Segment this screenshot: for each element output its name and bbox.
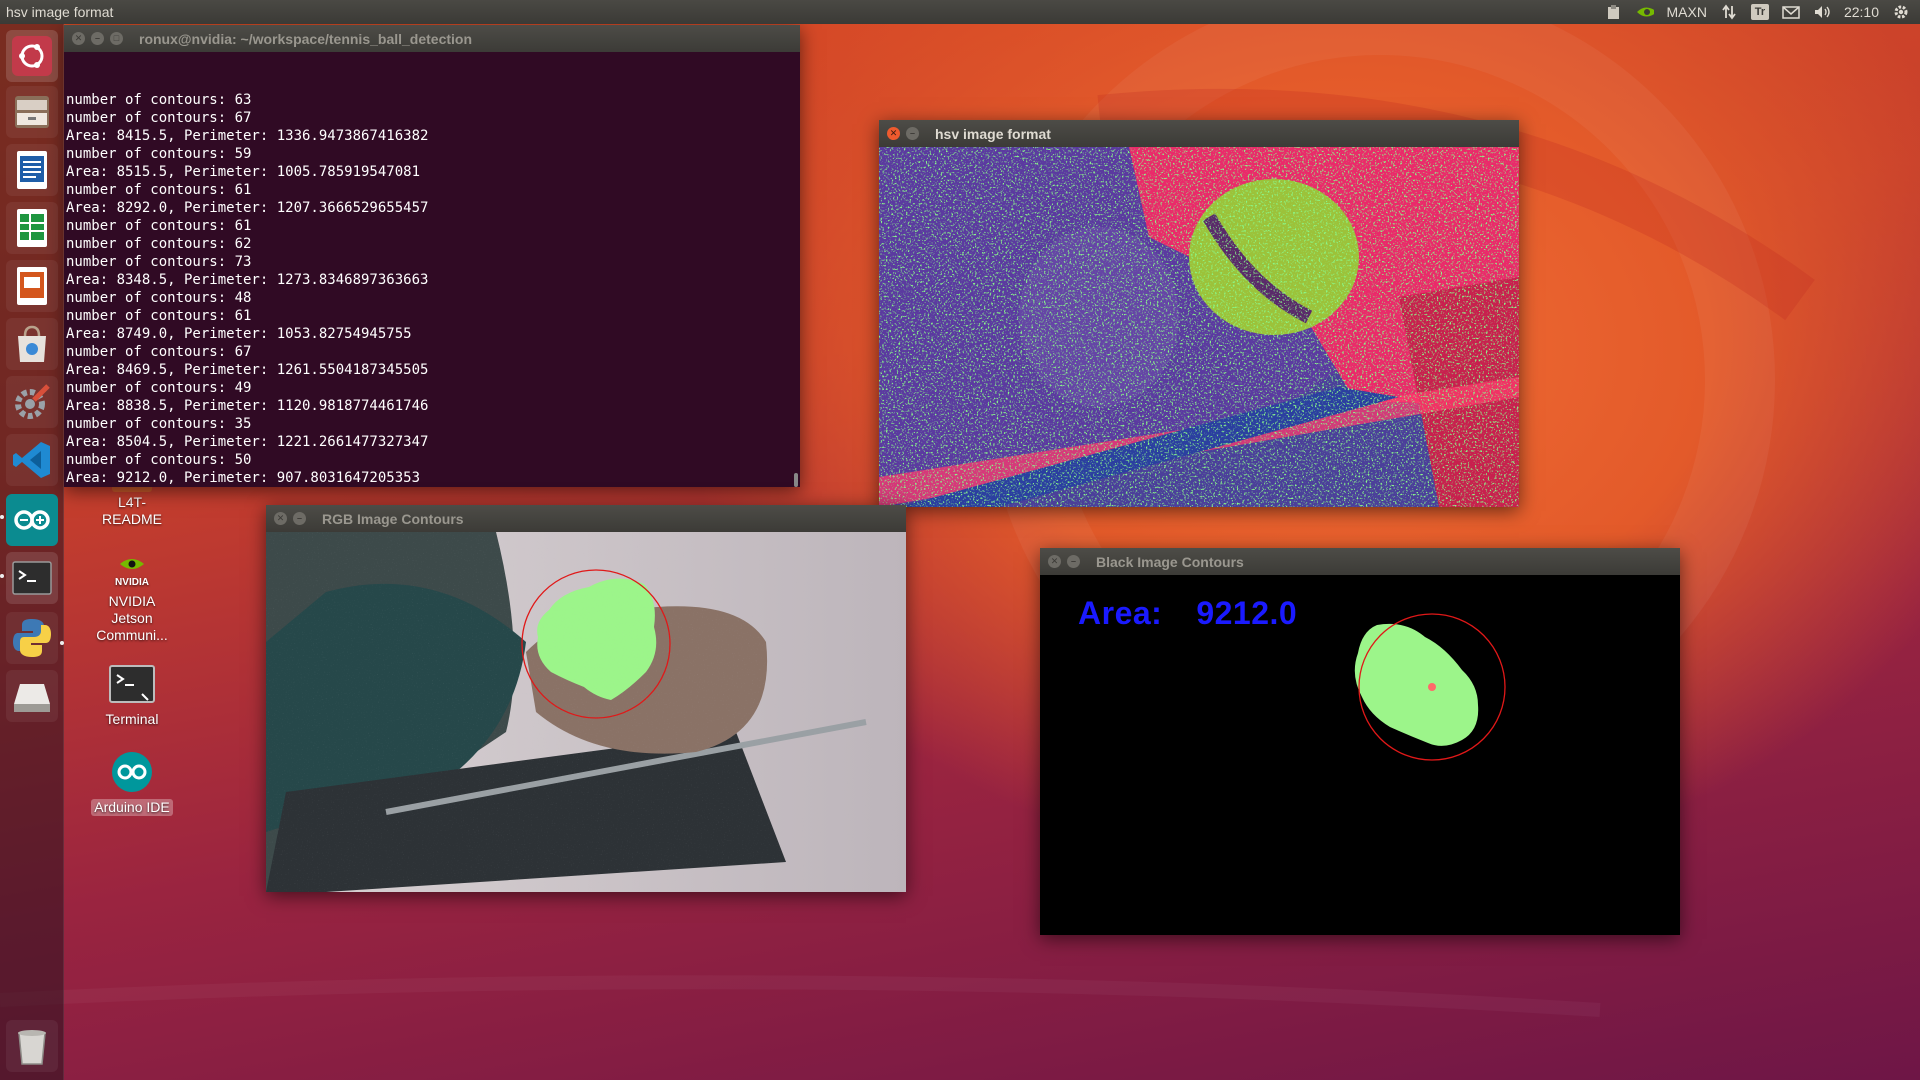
ubuntu-logo-icon [12, 36, 52, 76]
hsv-titlebar[interactable]: ✕ – hsv image format [879, 120, 1519, 147]
launcher-libreoffice-writer[interactable] [6, 144, 58, 196]
terminal-line: Area: 8504.5, Perimeter: 1221.2661477327… [66, 434, 429, 450]
black-titlebar[interactable]: ✕ – Black Image Contours [1040, 548, 1680, 575]
running-indicator [60, 641, 64, 645]
terminal-line: number of contours: 73 [66, 254, 252, 270]
nvidia-icon[interactable] [1636, 4, 1654, 20]
contour-blob [1354, 623, 1479, 746]
power-mode-label[interactable]: MAXN [1667, 4, 1707, 20]
terminal-line: Area: 8292.0, Perimeter: 1207.3666529655… [66, 200, 429, 216]
vscode-icon [13, 442, 50, 478]
running-indicator [0, 574, 4, 578]
calc-icon [17, 209, 47, 247]
terminal-window[interactable]: ✕ – □ ronux@nvidia: ~/workspace/tennis_b… [64, 25, 800, 487]
terminal-line: number of contours: 61 [66, 182, 252, 198]
minimize-button[interactable]: – [91, 32, 104, 45]
impress-icon [17, 267, 47, 305]
hsv-window[interactable]: ✕ – hsv image format [879, 120, 1519, 507]
settings-icon [15, 384, 50, 419]
terminal-title: ronux@nvidia: ~/workspace/tennis_ball_de… [139, 30, 473, 47]
close-button[interactable]: ✕ [887, 127, 900, 140]
terminal-line: number of contours: 63 [66, 92, 252, 108]
launcher-libreoffice-calc[interactable] [6, 202, 58, 254]
center-point [1428, 683, 1436, 691]
rgb-title: RGB Image Contours [322, 510, 464, 527]
maximize-button[interactable]: □ [110, 32, 123, 45]
terminal-line: number of contours: 67 [66, 110, 252, 126]
mail-icon[interactable] [1782, 4, 1800, 20]
system-tray: MAXN Tr 22:10 [1605, 4, 1920, 20]
terminal-titlebar[interactable]: ✕ – □ ronux@nvidia: ~/workspace/tennis_b… [64, 25, 800, 52]
terminal-icon [109, 665, 155, 703]
active-app-title: hsv image format [6, 4, 114, 20]
terminal-line: number of contours: 48 [66, 290, 252, 306]
file-cabinet-icon [15, 96, 49, 128]
terminal-line: Area: 8749.0, Perimeter: 1053.8275494575… [66, 326, 412, 342]
terminal-line: number of contours: 59 [66, 146, 252, 162]
terminal-line: Area: 8348.5, Perimeter: 1273.8346897363… [66, 272, 429, 288]
nvidia-logo-icon: NVIDIA [115, 559, 149, 588]
trash-icon [18, 1030, 46, 1065]
terminal-line: number of contours: 62 [66, 236, 252, 252]
launcher-libreoffice-impress[interactable] [6, 260, 58, 312]
terminal-line: number of contours: 50 [66, 452, 252, 468]
terminal-line: Area: 8469.5, Perimeter: 1261.5504187345… [66, 362, 429, 378]
keyboard-icon[interactable]: Tr [1750, 4, 1769, 20]
terminal-line: number of contours: 49 [66, 380, 252, 396]
rgb-titlebar[interactable]: ✕ – RGB Image Contours [266, 505, 906, 532]
close-button[interactable]: ✕ [1048, 555, 1061, 568]
launcher-vscode[interactable] [6, 434, 58, 486]
gear-icon[interactable] [1892, 4, 1910, 20]
black-image: Area: 9212.0 [1040, 575, 1680, 935]
drive-icon [14, 684, 50, 712]
arduino-icon [14, 510, 50, 530]
launcher-system-settings[interactable] [6, 376, 58, 428]
terminal-line: number of contours: 67 [66, 344, 252, 360]
close-button[interactable]: ✕ [274, 512, 287, 525]
hsv-title: hsv image format [935, 125, 1051, 142]
black-contours-window[interactable]: ✕ – Black Image Contours Area: 9212.0 [1040, 548, 1680, 935]
launcher-python[interactable] [6, 612, 58, 664]
desktop-icon-nvidia-jetson[interactable]: NVIDIA NVIDIA Jetson Communi... [82, 552, 182, 644]
writer-icon [17, 151, 47, 189]
terminal-icon [12, 561, 52, 595]
rgb-image [266, 532, 906, 892]
hsv-image [879, 147, 1519, 507]
terminal-scrollbar[interactable] [794, 473, 798, 487]
terminal-output[interactable]: number of contours: 63 number of contours… [64, 52, 800, 487]
volume-icon[interactable] [1813, 4, 1831, 20]
minimize-button[interactable]: – [1067, 555, 1080, 568]
desktop-icon-terminal[interactable]: Terminal [82, 664, 182, 728]
launcher-ubuntu-dash[interactable] [6, 30, 58, 82]
terminal-line: number of contours: 61 [66, 218, 252, 234]
terminal-line: Area: 8415.5, Perimeter: 1336.9473867416… [66, 128, 429, 144]
clock[interactable]: 22:10 [1844, 4, 1879, 20]
svg-text:NVIDIA: NVIDIA [115, 577, 149, 588]
launcher-software-center[interactable] [6, 318, 58, 370]
minimize-button[interactable]: – [293, 512, 306, 525]
terminal-line: Area: 8838.5, Perimeter: 1120.9818774461… [66, 398, 429, 414]
launcher [0, 24, 64, 1080]
launcher-trash[interactable] [6, 1020, 58, 1072]
network-icon[interactable] [1720, 4, 1738, 20]
launcher-files[interactable] [6, 86, 58, 138]
arduino-icon [112, 752, 152, 792]
clipboard-icon[interactable] [1605, 4, 1623, 20]
black-title: Black Image Contours [1096, 553, 1244, 570]
terminal-line: Area: 8515.5, Perimeter: 1005.7859195470… [66, 164, 421, 180]
close-button[interactable]: ✕ [72, 32, 85, 45]
launcher-drive[interactable] [6, 670, 58, 722]
launcher-arduino[interactable] [6, 494, 58, 546]
terminal-line: Area: 9212.0, Perimeter: 907.80316472053… [66, 470, 421, 486]
python-icon [13, 619, 51, 657]
rgb-window[interactable]: ✕ – RGB Image Contours [266, 505, 906, 892]
running-indicator [0, 515, 4, 519]
terminal-line: number of contours: 35 [66, 416, 252, 432]
terminal-line: number of contours: 61 [66, 308, 252, 324]
desktop-icon-arduino-ide[interactable]: Arduino IDE [82, 750, 182, 816]
launcher-terminal[interactable] [6, 552, 58, 604]
minimize-button[interactable]: – [906, 127, 919, 140]
shopping-bag-icon [18, 325, 46, 362]
top-panel: hsv image format MAXN Tr 22:10 [0, 0, 1920, 24]
